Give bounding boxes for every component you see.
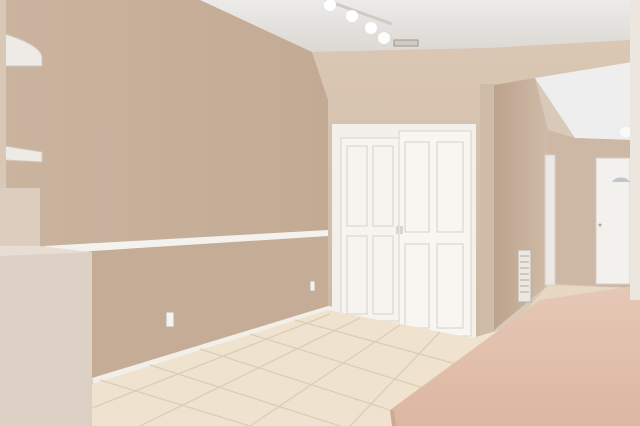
room-photo — [0, 0, 640, 426]
wall-outlet-2 — [309, 280, 316, 292]
half-wall-top — [0, 188, 40, 248]
left-wall-edge — [0, 0, 6, 190]
closet-door-left — [340, 137, 400, 322]
wall-outlet — [165, 311, 175, 328]
hallway-side-door — [544, 154, 556, 286]
closet-door-knob-icon — [396, 226, 399, 234]
closet-door-right — [398, 130, 472, 337]
hallway-vent — [517, 249, 532, 303]
closet-door-knob-icon-2 — [400, 226, 403, 234]
front-door — [595, 157, 631, 285]
ceiling-vent — [393, 39, 419, 47]
front-door-knob — [598, 223, 602, 227]
right-wall-edge — [630, 0, 640, 300]
hall-side-wall — [480, 84, 496, 334]
half-wall — [0, 248, 92, 426]
room-illustration — [0, 0, 640, 426]
